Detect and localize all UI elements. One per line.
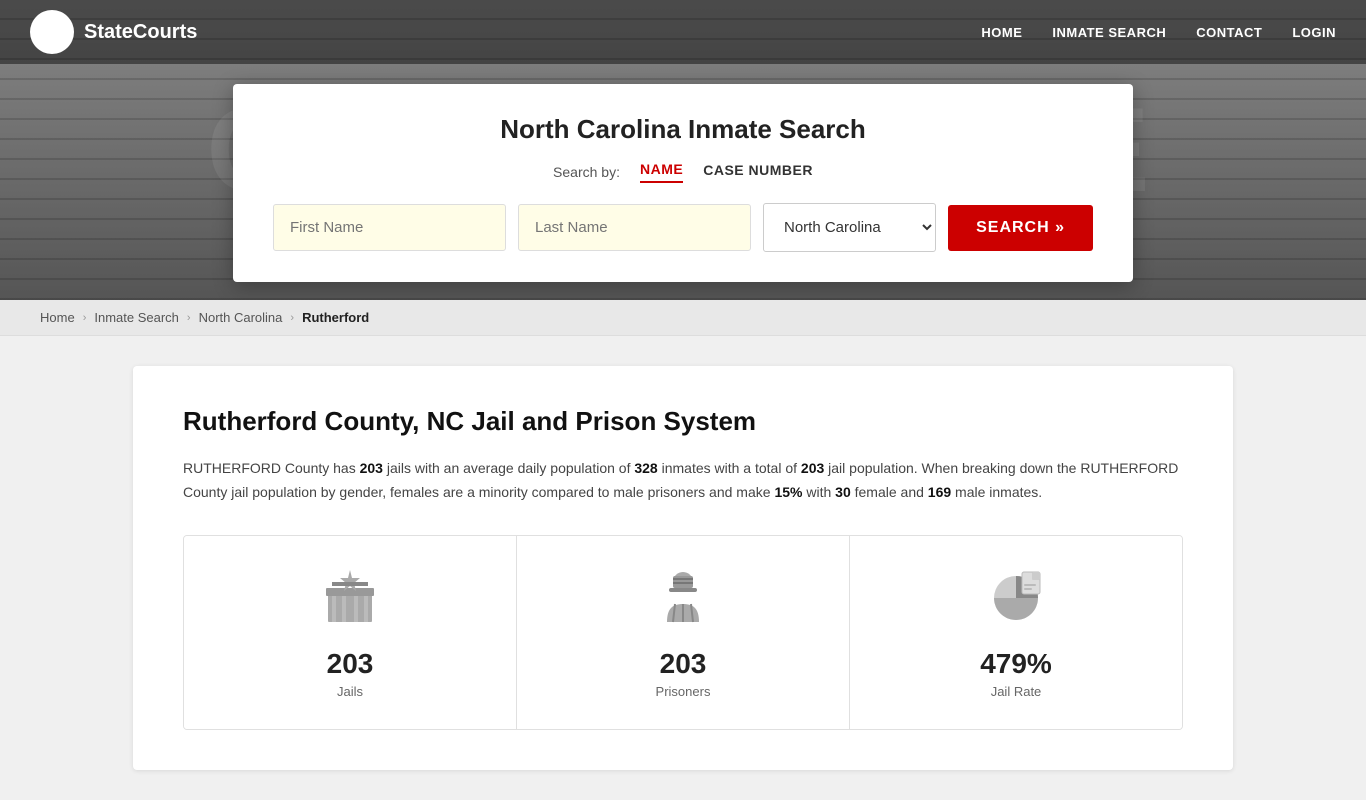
search-button[interactable]: SEARCH »: [948, 205, 1093, 251]
search-fields: AlabamaAlaskaArizonaArkansasCaliforniaCo…: [273, 203, 1093, 252]
nav-inmate-search[interactable]: INMATE SEARCH: [1052, 25, 1166, 40]
site-name: StateCourts: [84, 21, 197, 44]
tab-name[interactable]: NAME: [640, 161, 683, 183]
stat-jails-number: 203: [327, 648, 374, 680]
stat-prisoners: 203 Prisoners: [517, 536, 850, 729]
search-by-label: Search by:: [553, 164, 620, 180]
stat-jails-label: Jails: [337, 684, 363, 699]
state-select[interactable]: AlabamaAlaskaArizonaArkansasCaliforniaCo…: [763, 203, 936, 252]
first-name-input[interactable]: [273, 204, 506, 251]
tab-case-number[interactable]: CASE NUMBER: [703, 162, 813, 182]
breadcrumb-sep-1: ›: [83, 312, 87, 324]
breadcrumb-inmate-search[interactable]: Inmate Search: [94, 310, 179, 325]
logo-icon: 🏛: [30, 10, 74, 54]
jail-rate-icon: [986, 566, 1046, 634]
nav-login[interactable]: LOGIN: [1292, 25, 1336, 40]
nav-home[interactable]: HOME: [981, 25, 1022, 40]
site-logo[interactable]: 🏛 StateCourts: [30, 10, 197, 54]
search-card: North Carolina Inmate Search Search by: …: [233, 84, 1133, 282]
desc-male-count: 169: [928, 484, 951, 500]
search-card-wrapper: North Carolina Inmate Search Search by: …: [0, 64, 1366, 300]
breadcrumb-sep-3: ›: [290, 312, 294, 324]
desc-avg-pop: 328: [634, 460, 657, 476]
top-nav: 🏛 StateCourts HOME INMATE SEARCH CONTACT…: [0, 0, 1366, 64]
jail-icon: [320, 566, 380, 634]
main-content: Rutherford County, NC Jail and Prison Sy…: [133, 366, 1233, 770]
stat-jail-rate: 479% Jail Rate: [850, 536, 1182, 729]
stat-prisoners-number: 203: [660, 648, 707, 680]
nav-contact[interactable]: CONTACT: [1196, 25, 1262, 40]
stat-jail-rate-number: 479%: [980, 648, 1052, 680]
stat-prisoners-label: Prisoners: [656, 684, 711, 699]
breadcrumb: Home › Inmate Search › North Carolina › …: [0, 300, 1366, 336]
breadcrumb-state[interactable]: North Carolina: [199, 310, 283, 325]
last-name-input[interactable]: [518, 204, 751, 251]
nav-links: HOME INMATE SEARCH CONTACT LOGIN: [981, 25, 1336, 40]
desc-total-pop: 203: [801, 460, 824, 476]
desc-female-count: 30: [835, 484, 851, 500]
desc-county2: RUTHERFORD: [1080, 460, 1178, 476]
breadcrumb-current: Rutherford: [302, 310, 369, 325]
page-title: Rutherford County, NC Jail and Prison Sy…: [183, 406, 1183, 437]
prisoner-icon: [653, 566, 713, 634]
stats-row: 203 Jails: [183, 535, 1183, 730]
desc-female-pct: 15%: [774, 484, 802, 500]
desc-jails: 203: [360, 460, 383, 476]
breadcrumb-sep-2: ›: [187, 312, 191, 324]
stat-jail-rate-label: Jail Rate: [991, 684, 1042, 699]
search-card-title: North Carolina Inmate Search: [273, 114, 1093, 145]
desc-county: RUTHERFORD: [183, 460, 281, 476]
search-by-row: Search by: NAME CASE NUMBER: [273, 161, 1093, 183]
breadcrumb-home[interactable]: Home: [40, 310, 75, 325]
stat-jails: 203 Jails: [184, 536, 517, 729]
description: RUTHERFORD County has 203 jails with an …: [183, 457, 1183, 505]
